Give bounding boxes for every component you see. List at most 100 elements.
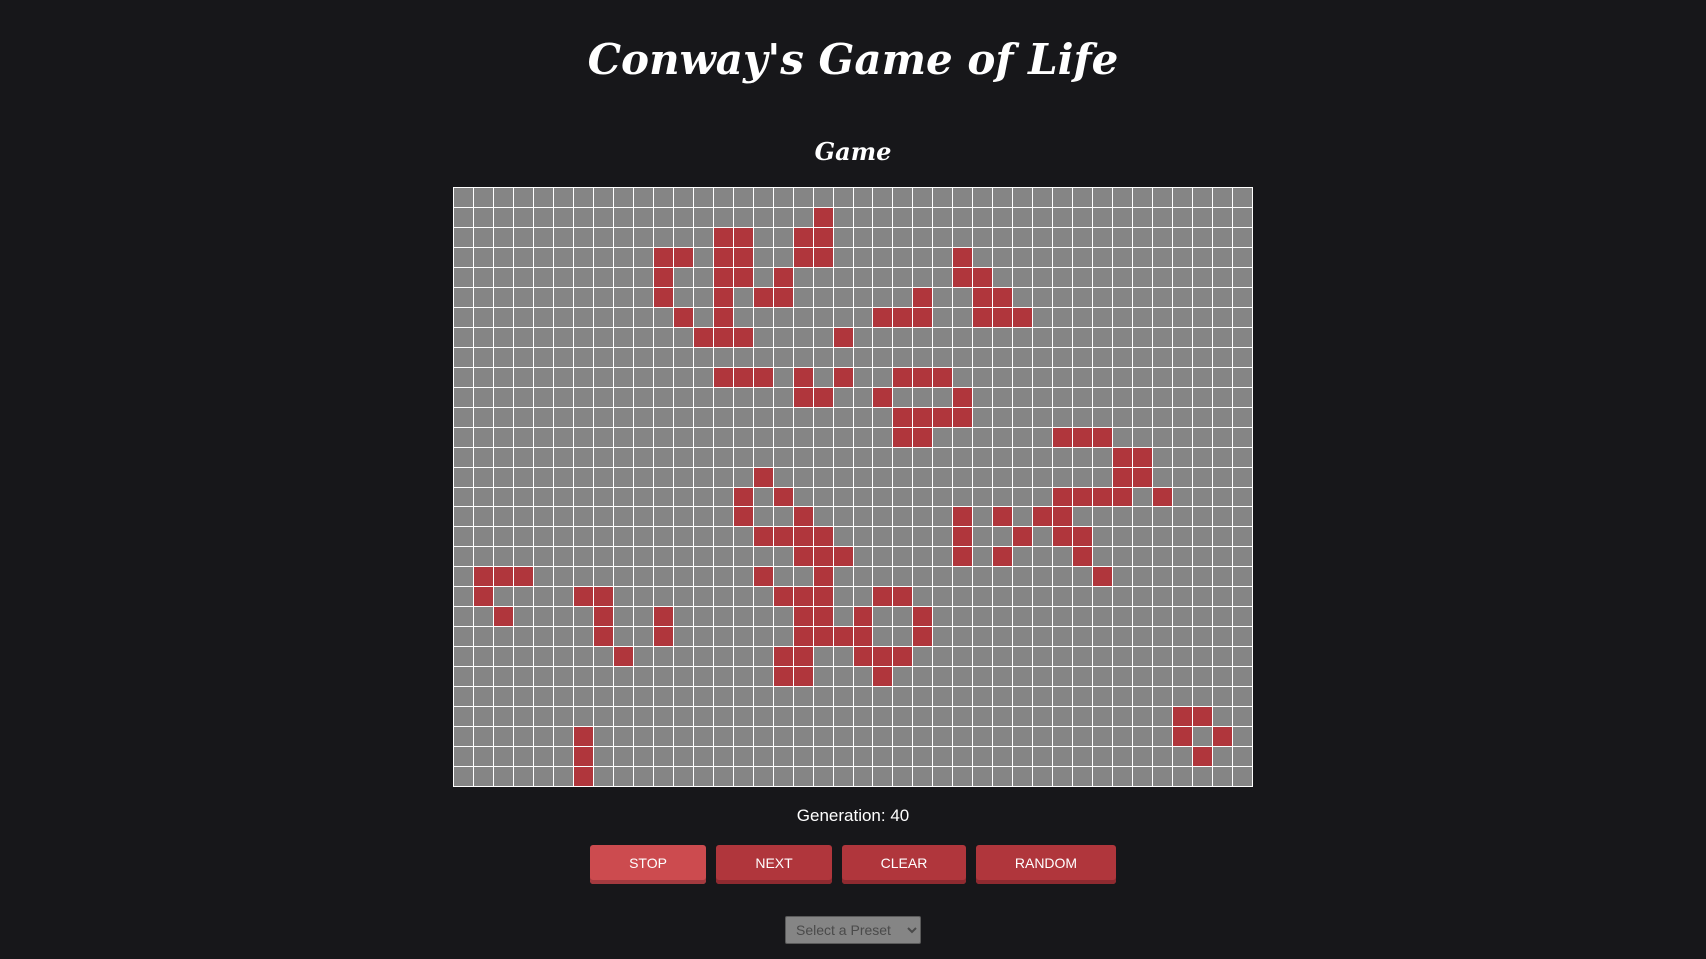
dead-cell[interactable] (473, 767, 493, 786)
dead-cell[interactable] (753, 387, 773, 407)
dead-cell[interactable] (1133, 407, 1153, 427)
dead-cell[interactable] (1013, 507, 1033, 527)
dead-cell[interactable] (773, 687, 793, 707)
dead-cell[interactable] (1133, 547, 1153, 567)
dead-cell[interactable] (993, 607, 1013, 627)
live-cell[interactable] (593, 607, 613, 627)
dead-cell[interactable] (473, 607, 493, 627)
dead-cell[interactable] (1233, 547, 1252, 567)
dead-cell[interactable] (893, 527, 913, 547)
dead-cell[interactable] (813, 367, 833, 387)
dead-cell[interactable] (1133, 227, 1153, 247)
dead-cell[interactable] (454, 367, 473, 387)
dead-cell[interactable] (773, 367, 793, 387)
dead-cell[interactable] (653, 188, 673, 207)
dead-cell[interactable] (633, 227, 653, 247)
dead-cell[interactable] (1073, 267, 1093, 287)
dead-cell[interactable] (1033, 707, 1053, 727)
dead-cell[interactable] (1133, 607, 1153, 627)
dead-cell[interactable] (833, 747, 853, 767)
live-cell[interactable] (873, 307, 893, 327)
dead-cell[interactable] (713, 747, 733, 767)
dead-cell[interactable] (454, 227, 473, 247)
dead-cell[interactable] (653, 407, 673, 427)
dead-cell[interactable] (973, 567, 993, 587)
dead-cell[interactable] (533, 567, 553, 587)
dead-cell[interactable] (533, 507, 553, 527)
dead-cell[interactable] (913, 647, 933, 667)
dead-cell[interactable] (813, 667, 833, 687)
dead-cell[interactable] (493, 647, 513, 667)
dead-cell[interactable] (573, 247, 593, 267)
live-cell[interactable] (913, 627, 933, 647)
dead-cell[interactable] (713, 407, 733, 427)
live-cell[interactable] (1193, 747, 1213, 767)
dead-cell[interactable] (513, 607, 533, 627)
dead-cell[interactable] (833, 267, 853, 287)
dead-cell[interactable] (933, 207, 953, 227)
dead-cell[interactable] (1133, 387, 1153, 407)
dead-cell[interactable] (1193, 607, 1213, 627)
dead-cell[interactable] (893, 227, 913, 247)
live-cell[interactable] (713, 287, 733, 307)
dead-cell[interactable] (1093, 267, 1113, 287)
dead-cell[interactable] (1133, 687, 1153, 707)
live-cell[interactable] (893, 427, 913, 447)
dead-cell[interactable] (1233, 567, 1252, 587)
preset-select[interactable]: Select a Preset (785, 916, 921, 944)
dead-cell[interactable] (813, 507, 833, 527)
dead-cell[interactable] (913, 447, 933, 467)
dead-cell[interactable] (653, 487, 673, 507)
dead-cell[interactable] (573, 647, 593, 667)
dead-cell[interactable] (733, 188, 753, 207)
dead-cell[interactable] (673, 527, 693, 547)
dead-cell[interactable] (593, 287, 613, 307)
dead-cell[interactable] (933, 247, 953, 267)
dead-cell[interactable] (853, 667, 873, 687)
dead-cell[interactable] (513, 188, 533, 207)
dead-cell[interactable] (873, 188, 893, 207)
dead-cell[interactable] (593, 527, 613, 547)
dead-cell[interactable] (1153, 367, 1173, 387)
dead-cell[interactable] (973, 367, 993, 387)
dead-cell[interactable] (993, 387, 1013, 407)
live-cell[interactable] (773, 667, 793, 687)
dead-cell[interactable] (793, 567, 813, 587)
live-cell[interactable] (913, 407, 933, 427)
dead-cell[interactable] (713, 707, 733, 727)
dead-cell[interactable] (1033, 287, 1053, 307)
dead-cell[interactable] (873, 407, 893, 427)
dead-cell[interactable] (773, 387, 793, 407)
dead-cell[interactable] (1213, 407, 1233, 427)
dead-cell[interactable] (1233, 307, 1252, 327)
dead-cell[interactable] (993, 487, 1013, 507)
dead-cell[interactable] (1173, 747, 1193, 767)
dead-cell[interactable] (553, 567, 573, 587)
dead-cell[interactable] (653, 727, 673, 747)
dead-cell[interactable] (553, 587, 573, 607)
dead-cell[interactable] (1133, 627, 1153, 647)
dead-cell[interactable] (693, 467, 713, 487)
dead-cell[interactable] (513, 487, 533, 507)
dead-cell[interactable] (573, 527, 593, 547)
dead-cell[interactable] (473, 247, 493, 267)
dead-cell[interactable] (1053, 467, 1073, 487)
dead-cell[interactable] (493, 287, 513, 307)
dead-cell[interactable] (933, 627, 953, 647)
dead-cell[interactable] (493, 627, 513, 647)
dead-cell[interactable] (893, 507, 913, 527)
dead-cell[interactable] (593, 727, 613, 747)
dead-cell[interactable] (1173, 627, 1193, 647)
live-cell[interactable] (933, 367, 953, 387)
dead-cell[interactable] (673, 188, 693, 207)
dead-cell[interactable] (1013, 347, 1033, 367)
dead-cell[interactable] (973, 207, 993, 227)
dead-cell[interactable] (913, 327, 933, 347)
dead-cell[interactable] (1013, 687, 1033, 707)
dead-cell[interactable] (973, 747, 993, 767)
live-cell[interactable] (893, 407, 913, 427)
dead-cell[interactable] (513, 207, 533, 227)
dead-cell[interactable] (793, 467, 813, 487)
dead-cell[interactable] (1013, 387, 1033, 407)
dead-cell[interactable] (1013, 707, 1033, 727)
